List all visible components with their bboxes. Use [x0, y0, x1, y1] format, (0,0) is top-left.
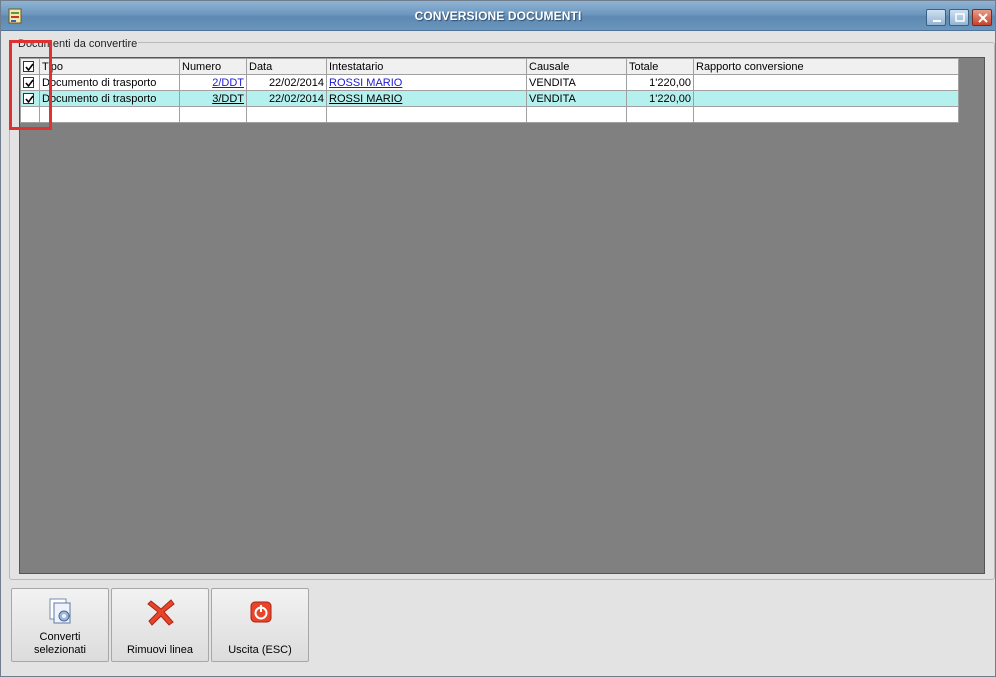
checkbox-column-highlight	[9, 40, 52, 130]
column-header-totale[interactable]: Totale	[626, 58, 694, 75]
cell-totale: 1'220,00	[626, 90, 694, 107]
remove-line-label: Rimuovi linea	[126, 644, 194, 656]
power-icon	[250, 601, 272, 623]
cell-numero: 2/DDT	[179, 74, 247, 91]
cell-tipo: Documento di trasporto	[39, 74, 180, 91]
minimize-button[interactable]	[926, 9, 946, 26]
intestatario-link[interactable]: ROSSI MARIO	[329, 77, 402, 89]
empty-cell[interactable]	[626, 106, 694, 123]
red-x-icon	[147, 599, 175, 626]
empty-cell[interactable]	[246, 106, 327, 123]
exit-label: Uscita (ESC)	[228, 644, 292, 656]
convert-label-line2: selezionati	[34, 644, 86, 656]
cell-causale: VENDITA	[526, 74, 627, 91]
close-icon	[978, 13, 988, 23]
column-header-tipo[interactable]: Tipo	[39, 58, 180, 75]
cell-data: 22/02/2014	[246, 74, 327, 91]
empty-new-row[interactable]	[20, 106, 959, 123]
column-header-causale[interactable]: Causale	[526, 58, 627, 75]
cell-rapporto	[693, 74, 959, 91]
column-header-intestatario[interactable]: Intestatario	[326, 58, 527, 75]
cell-intestatario: ROSSI MARIO	[326, 74, 527, 91]
convert-selected-button[interactable]: Converti selezionati	[11, 588, 109, 662]
table-row[interactable]: Documento di trasporto 3/DDT 22/02/2014 …	[20, 90, 959, 107]
cell-intestatario: ROSSI MARIO	[326, 90, 527, 107]
title-bar[interactable]: CONVERSIONE DOCUMENTI	[1, 1, 995, 31]
cell-numero: 3/DDT	[179, 90, 247, 107]
intestatario-link[interactable]: ROSSI MARIO	[329, 93, 402, 105]
header-row: Tipo Numero Data Intestatario Causale To…	[20, 58, 959, 75]
minimize-icon	[933, 20, 941, 22]
documents-grid[interactable]: Tipo Numero Data Intestatario Causale To…	[19, 57, 985, 574]
documents-gear-icon	[49, 598, 71, 624]
convert-label-line1: Converti	[39, 631, 81, 643]
maximize-icon	[955, 13, 965, 22]
column-header-numero[interactable]: Numero	[179, 58, 247, 75]
conversion-window: CONVERSIONE DOCUMENTI Documenti da conve…	[0, 0, 996, 677]
cell-totale: 1'220,00	[626, 74, 694, 91]
empty-cell[interactable]	[39, 106, 180, 123]
empty-cell[interactable]	[179, 106, 247, 123]
cell-tipo: Documento di trasporto	[39, 90, 180, 107]
cell-causale: VENDITA	[526, 90, 627, 107]
cell-data: 22/02/2014	[246, 90, 327, 107]
documents-table: Tipo Numero Data Intestatario Causale To…	[20, 58, 959, 123]
empty-cell[interactable]	[326, 106, 527, 123]
column-header-rapporto[interactable]: Rapporto conversione	[693, 58, 959, 75]
convert-selected-label: Converti selezionati	[12, 631, 108, 657]
numero-link[interactable]: 2/DDT	[212, 77, 244, 89]
remove-line-button[interactable]: Rimuovi linea	[111, 588, 209, 662]
numero-link[interactable]: 3/DDT	[212, 93, 244, 105]
column-header-data[interactable]: Data	[246, 58, 327, 75]
close-button[interactable]	[972, 9, 992, 26]
window-title: CONVERSIONE DOCUMENTI	[414, 9, 582, 23]
empty-cell[interactable]	[526, 106, 627, 123]
maximize-button[interactable]	[949, 9, 969, 26]
table-row[interactable]: Documento di trasporto 2/DDT 22/02/2014 …	[20, 74, 959, 91]
empty-cell[interactable]	[693, 106, 959, 123]
exit-button[interactable]: Uscita (ESC)	[211, 588, 309, 662]
cell-rapporto	[693, 90, 959, 107]
